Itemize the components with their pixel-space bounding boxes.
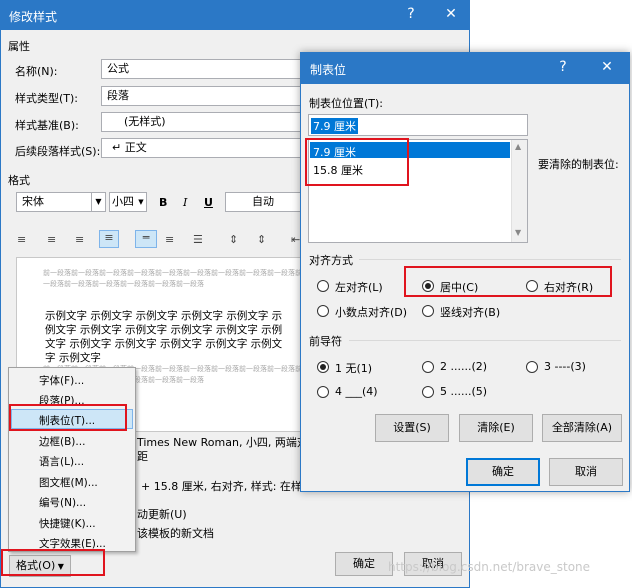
leader-4-label[interactable]: 4 ___(4)	[335, 385, 378, 398]
scroll-up-icon[interactable]: ▲	[515, 142, 521, 151]
align-bar-radio[interactable]	[422, 305, 434, 317]
align-decimal-label[interactable]: 小数点对齐(D)	[335, 304, 407, 320]
highlight-box	[305, 138, 409, 186]
style-description-1: Times New Roman, 小四, 两端对齐	[137, 436, 319, 449]
menu-item-shortcut[interactable]: 快捷键(K)...	[39, 516, 96, 531]
align-left-radio[interactable]	[317, 280, 329, 292]
tab-ok-button[interactable]: 确定	[466, 458, 540, 486]
name-field[interactable]: 公式	[101, 59, 301, 79]
tab-position-label: 制表位位置(T):	[309, 97, 384, 110]
space-after-icon[interactable]: ⇕	[257, 233, 266, 246]
italic-button[interactable]: I	[183, 196, 187, 209]
alignment-label: 对齐方式	[309, 254, 353, 267]
menu-item-border[interactable]: 边框(B)...	[39, 434, 85, 449]
leader-3-label[interactable]: 3 ----(3)	[544, 360, 586, 373]
main-ok-button[interactable]: 确定	[335, 552, 393, 576]
leader-2-label[interactable]: 2 ......(2)	[440, 360, 487, 373]
line-spacing-1-5-icon[interactable]: ≡	[165, 233, 174, 246]
line-spacing-double-icon[interactable]: ☰	[193, 233, 203, 246]
clear-tabs-label: 要清除的制表位:	[538, 158, 619, 171]
set-button[interactable]: 设置(S)	[375, 414, 449, 442]
font-select[interactable]: 宋体 ▼	[16, 192, 106, 212]
main-title-bar: 修改样式 ? ✕	[1, 1, 469, 30]
leader-2-radio[interactable]	[422, 361, 434, 373]
leader-4-radio[interactable]	[317, 386, 329, 398]
style-type-label: 样式类型(T):	[15, 92, 79, 105]
indent-icon[interactable]: ⇤	[291, 233, 300, 246]
tab-help-button[interactable]: ?	[553, 59, 573, 75]
tab-title: 制表位	[310, 63, 347, 77]
section-format: 格式	[8, 174, 30, 187]
auto-update-label[interactable]: 动更新(U)	[137, 506, 187, 522]
preview-line: 字 示例文字	[45, 352, 101, 364]
alignment-divider	[359, 259, 621, 260]
style-based-select[interactable]: (无样式)	[101, 112, 301, 132]
watermark: https://blog.csdn.net/brave_stone	[388, 560, 591, 574]
underline-button[interactable]: U	[204, 196, 213, 209]
align-bar-label[interactable]: 竖线对齐(B)	[440, 304, 500, 320]
style-based-label: 样式基准(B):	[15, 119, 79, 132]
chevron-down-icon: ▼	[138, 198, 144, 206]
highlight-box	[9, 404, 127, 431]
leader-divider	[349, 340, 621, 341]
leader-1-radio[interactable]	[317, 361, 329, 373]
format-menu: 字体(F)... 段落(P)... 制表位(T)... 边框(B)... 语言(…	[8, 367, 136, 552]
leader-label: 前导符	[309, 335, 342, 348]
clear-button[interactable]: 清除(E)	[459, 414, 533, 442]
line-spacing-single-icon[interactable]: ═	[135, 230, 157, 248]
preview-line: 例文字 示例文字 示例文字 示例文字 示例文字 示例	[45, 324, 283, 336]
highlight-box	[404, 266, 612, 297]
menu-item-language[interactable]: 语言(L)...	[39, 454, 84, 469]
size-select[interactable]: 小四 ▼	[109, 192, 147, 212]
section-properties: 属性	[8, 40, 30, 53]
menu-item-numbering[interactable]: 编号(N)...	[39, 495, 86, 510]
preview-line: 示例文字 示例文字 示例文字 示例文字 示例文字 示	[45, 310, 283, 322]
leader-3-radio[interactable]	[526, 361, 538, 373]
main-title: 修改样式	[9, 10, 58, 24]
style-type-select[interactable]: 段落	[101, 86, 301, 106]
align-decimal-radio[interactable]	[317, 305, 329, 317]
align-left-icon[interactable]: ≡	[17, 233, 26, 246]
clear-all-button[interactable]: 全部清除(A)	[542, 414, 622, 442]
help-button[interactable]: ?	[401, 6, 421, 22]
tab-title-bar: 制表位 ? ✕	[301, 53, 629, 84]
next-style-label: 后续段落样式(S):	[15, 145, 101, 158]
style-description-2: 距	[137, 450, 148, 463]
bold-button[interactable]: B	[159, 196, 167, 209]
new-doc-label[interactable]: 该模板的新文档	[137, 525, 214, 541]
justify-icon[interactable]: ≡	[99, 230, 119, 248]
leader-5-radio[interactable]	[422, 386, 434, 398]
tab-cancel-button[interactable]: 取消	[549, 458, 623, 486]
menu-item-frame[interactable]: 图文框(M)...	[39, 475, 98, 490]
style-description-3: + 15.8 厘米, 右对齐, 样式: 在样式库	[141, 480, 324, 493]
close-button[interactable]: ✕	[441, 6, 461, 22]
space-before-icon[interactable]: ⇕	[229, 233, 238, 246]
chevron-down-icon: ▼	[91, 193, 105, 211]
align-center-icon[interactable]: ≡	[47, 233, 56, 246]
next-style-select[interactable]: ↵ 正文	[101, 138, 301, 158]
align-left-label[interactable]: 左对齐(L)	[335, 279, 383, 295]
leader-5-label[interactable]: 5 ......(5)	[440, 385, 487, 398]
tab-close-button[interactable]: ✕	[597, 59, 617, 75]
align-right-icon[interactable]: ≡	[75, 233, 84, 246]
preview-prev-paragraph: 前一段落前一段落前一段落前一段落前一段落前一段落前一段落前一段落前一段落前一段落…	[43, 269, 302, 288]
leader-1-label[interactable]: 1 无(1)	[335, 360, 372, 376]
tab-position-input[interactable]: 7.9 厘米	[308, 114, 528, 136]
menu-item-font[interactable]: 字体(F)...	[39, 373, 84, 388]
name-label: 名称(N):	[15, 65, 58, 78]
scroll-down-icon[interactable]: ▼	[515, 228, 521, 237]
highlight-box	[1, 549, 105, 576]
color-select[interactable]: 自动	[225, 192, 301, 212]
list-scrollbar[interactable]: ▲ ▼	[511, 140, 527, 242]
preview-line: 文字 示例文字 示例文字 示例文字 示例文字 示例文	[45, 338, 283, 350]
